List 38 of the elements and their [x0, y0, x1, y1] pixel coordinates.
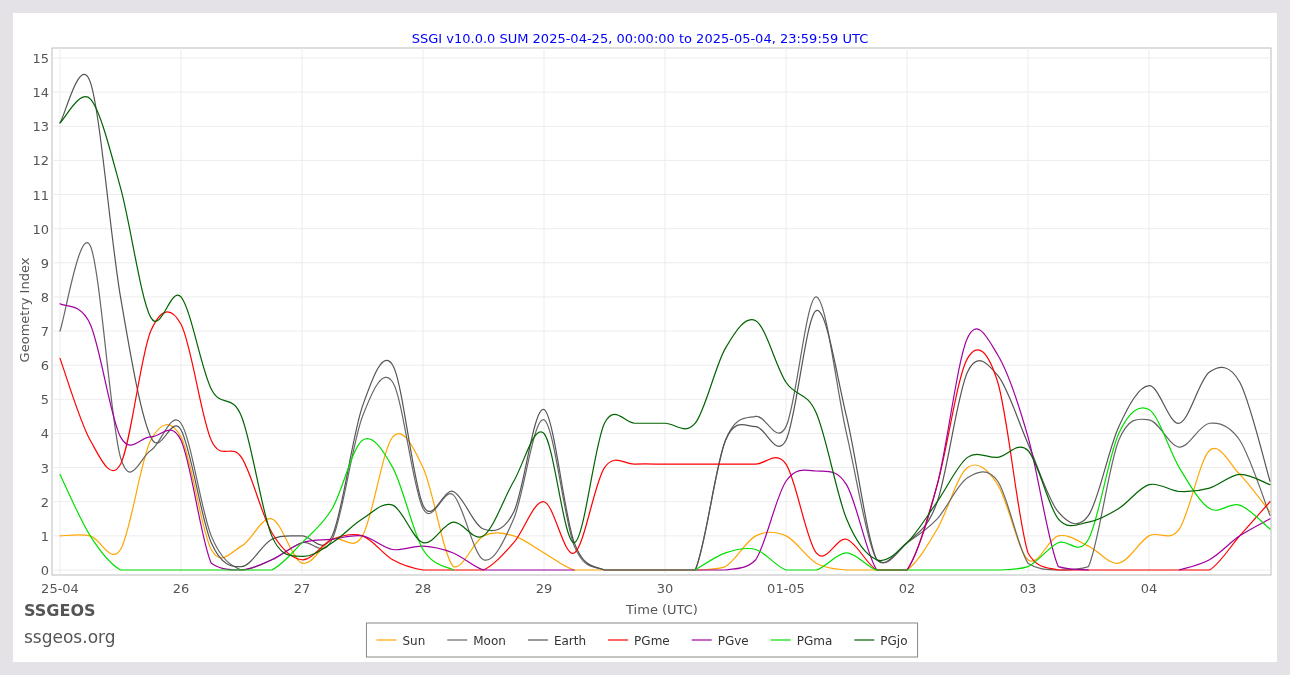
axis-title: Time (UTC) [626, 602, 698, 617]
legend-label: PGve [717, 634, 749, 648]
axis-tick-label: 26 [172, 581, 190, 596]
axis-tick-label: 30 [656, 581, 674, 596]
axis-tick-label: 15 [32, 51, 49, 66]
axis-tick-label: 10 [32, 221, 49, 237]
axis-tick-label: 8 [40, 289, 49, 305]
axis-tick-label: 11 [32, 187, 49, 203]
axis-tick-label: 4 [40, 426, 49, 442]
axis-tick-label: 9 [40, 255, 49, 271]
axis-tick-label: 13 [32, 119, 49, 135]
axis-title: Geometry Index [17, 257, 32, 363]
legend-label: Sun [402, 634, 426, 648]
legend-label: Earth [553, 634, 587, 648]
axis-tick-label: 2 [40, 494, 49, 510]
legend-label: Moon [473, 634, 506, 648]
legend-label: PGjo [880, 634, 908, 648]
axis-tick-label: 27 [293, 581, 311, 596]
brand-name: SSGEOS [24, 601, 96, 620]
axis-tick-label: 02 [898, 581, 916, 596]
legend-label: PGma [796, 634, 833, 648]
axis-tick-label: 29 [535, 581, 553, 596]
axis-tick-label: 03 [1019, 581, 1037, 596]
axis-tick-label: 0 [40, 563, 49, 578]
axis-tick-label: 1 [40, 528, 49, 544]
legend-label: PGme [634, 634, 670, 648]
axis-tick-label: 3 [40, 460, 49, 476]
site-url: ssgeos.org [24, 627, 116, 647]
axis-tick-label: 14 [32, 85, 49, 101]
axis-tick-label: 25-04 [41, 581, 79, 596]
chart-title: SSGI v10.0.0 SUM 2025-04-25, 00:00:00 to 2025-05-04, 23:59:59 UTC [411, 31, 869, 46]
axis-tick-label: 7 [40, 324, 49, 340]
axis-tick-label: 04 [1140, 581, 1158, 596]
axis-tick-label: 5 [40, 392, 49, 408]
axis-tick-label: 28 [414, 581, 432, 596]
axis-tick-label: 12 [32, 153, 49, 169]
axis-tick-label: 6 [40, 358, 49, 374]
axis-tick-label: 01-05 [767, 581, 805, 596]
